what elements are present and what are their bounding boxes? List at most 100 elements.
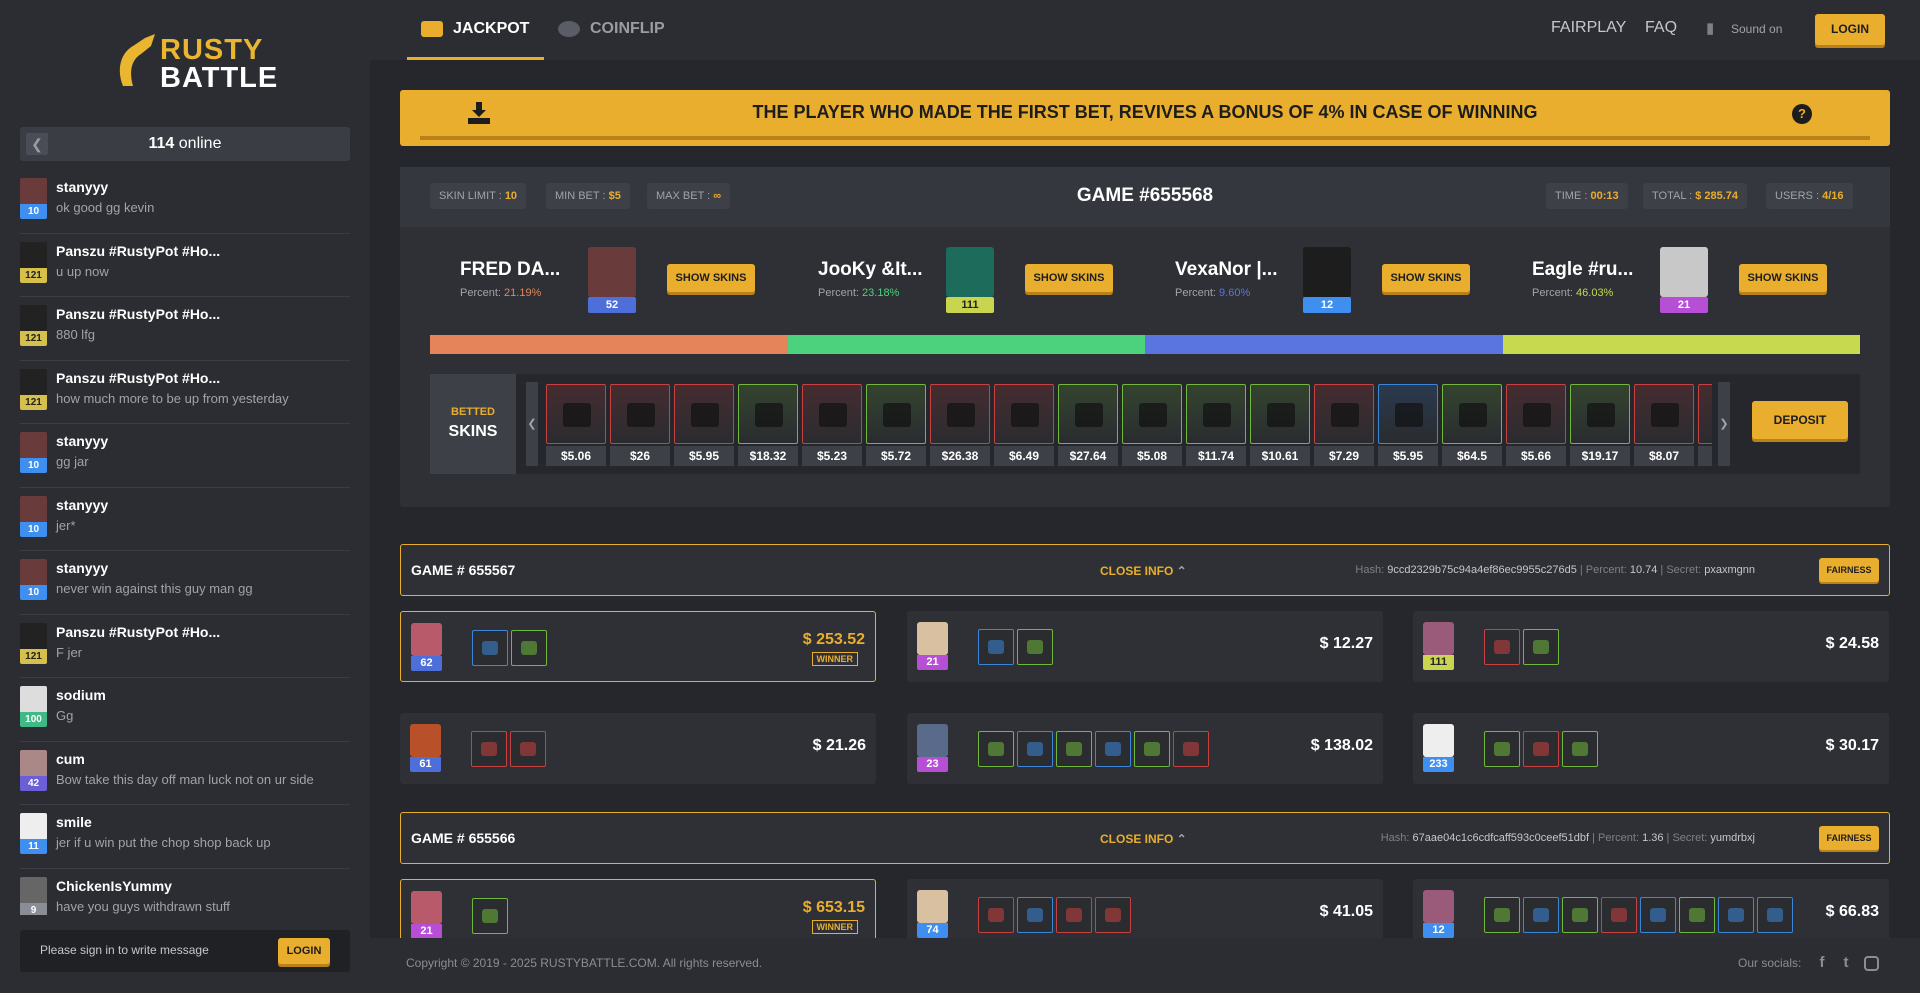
close-info-button[interactable]: CLOSE INFO ⌃: [1100, 832, 1187, 846]
item-thumb[interactable]: [1523, 629, 1559, 665]
tab-jackpot[interactable]: JACKPOT: [407, 0, 544, 60]
avatar[interactable]: [411, 891, 442, 924]
item-thumb[interactable]: [1601, 897, 1637, 933]
avatar[interactable]: [20, 876, 47, 904]
avatar[interactable]: [20, 305, 47, 332]
chat-username[interactable]: stanyyy: [56, 497, 108, 513]
chevron-left-icon[interactable]: ❮: [526, 382, 538, 466]
avatar[interactable]: [917, 724, 948, 757]
avatar[interactable]: [917, 890, 948, 923]
item-thumb[interactable]: [1484, 629, 1520, 665]
item-thumb[interactable]: [1562, 731, 1598, 767]
avatar[interactable]: [20, 813, 47, 840]
login-button[interactable]: LOGIN: [1815, 14, 1885, 45]
avatar[interactable]: [20, 559, 47, 586]
show-skins-button[interactable]: SHOW SKINS: [1739, 264, 1827, 292]
item-thumb[interactable]: [1056, 731, 1092, 767]
item-thumb[interactable]: [978, 629, 1014, 665]
avatar[interactable]: [20, 622, 47, 650]
show-skins-button[interactable]: SHOW SKINS: [1382, 264, 1470, 292]
chat-username[interactable]: stanyyy: [56, 179, 108, 195]
facebook-icon[interactable]: f: [1814, 954, 1830, 972]
item-thumb[interactable]: [1017, 731, 1053, 767]
avatar[interactable]: [1423, 622, 1454, 655]
chat-username[interactable]: Panszu #RustyPot #Ho...: [56, 243, 220, 259]
item-thumb[interactable]: [511, 630, 547, 666]
show-skins-button[interactable]: SHOW SKINS: [667, 264, 755, 292]
avatar[interactable]: [410, 724, 441, 757]
item-thumb[interactable]: [510, 731, 546, 767]
item-thumb[interactable]: [1484, 731, 1520, 767]
avatar[interactable]: [411, 623, 442, 656]
speaker-icon[interactable]: ▮: [1706, 19, 1714, 37]
sound-toggle[interactable]: Sound on: [1731, 22, 1782, 36]
player-avatar[interactable]: [1660, 247, 1708, 297]
skin-item[interactable]: $26: [610, 384, 670, 466]
item-thumb[interactable]: [1757, 897, 1793, 933]
avatar[interactable]: [20, 432, 47, 459]
chevron-right-icon[interactable]: ❯: [1718, 382, 1730, 466]
skin-item[interactable]: $5.95: [1378, 384, 1438, 466]
skin-item[interactable]: $5.06: [546, 384, 606, 466]
avatar[interactable]: [1423, 890, 1454, 923]
item-thumb[interactable]: [1095, 731, 1131, 767]
skin-item[interactable]: $5.23: [802, 384, 862, 466]
avatar[interactable]: [20, 368, 47, 396]
avatar[interactable]: [20, 686, 47, 713]
chevron-left-icon[interactable]: ❮: [26, 133, 48, 155]
item-thumb[interactable]: [472, 898, 508, 934]
item-thumb[interactable]: [1173, 731, 1209, 767]
fairness-button[interactable]: FAIRNESS: [1819, 558, 1879, 582]
skin-item[interactable]: $11.74: [1186, 384, 1246, 466]
skin-item[interactable]: $5.08: [1122, 384, 1182, 466]
item-thumb[interactable]: [1562, 897, 1598, 933]
item-thumb[interactable]: [1095, 897, 1131, 933]
item-thumb[interactable]: [1056, 897, 1092, 933]
skin-item[interactable]: $5.72: [866, 384, 926, 466]
item-thumb[interactable]: [471, 731, 507, 767]
skin-item[interactable]: $64.5: [1442, 384, 1502, 466]
item-thumb[interactable]: [1718, 897, 1754, 933]
avatar[interactable]: [1423, 724, 1454, 757]
avatar[interactable]: [20, 178, 47, 205]
player-avatar[interactable]: [588, 247, 636, 297]
faq-link[interactable]: FAQ: [1645, 19, 1677, 37]
chat-username[interactable]: Panszu #RustyPot #Ho...: [56, 370, 220, 386]
item-thumb[interactable]: [1134, 731, 1170, 767]
brand-logo[interactable]: RUSTY BATTLE: [115, 32, 277, 94]
deposit-button[interactable]: DEPOSIT: [1752, 401, 1848, 439]
chat-username[interactable]: smile: [56, 814, 92, 830]
avatar[interactable]: [20, 495, 47, 523]
skin-item[interactable]: $5.66: [1506, 384, 1566, 466]
chat-login-button[interactable]: LOGIN: [278, 938, 330, 964]
chat-input-area[interactable]: Please sign in to write message LOGIN: [20, 930, 350, 972]
instagram-icon[interactable]: [1864, 956, 1879, 971]
avatar[interactable]: [917, 622, 948, 655]
player-avatar[interactable]: [946, 247, 994, 297]
chat-input-placeholder[interactable]: Please sign in to write message: [40, 943, 209, 957]
chat-username[interactable]: cum: [56, 751, 85, 767]
skin-item[interactable]: $26.38: [930, 384, 990, 466]
item-thumb[interactable]: [1523, 897, 1559, 933]
item-thumb[interactable]: [1679, 897, 1715, 933]
item-thumb[interactable]: [978, 897, 1014, 933]
chat-username[interactable]: sodium: [56, 687, 106, 703]
tab-coinflip[interactable]: COINFLIP: [558, 0, 665, 60]
avatar[interactable]: [20, 749, 47, 777]
close-info-button[interactable]: CLOSE INFO ⌃: [1100, 564, 1187, 578]
show-skins-button[interactable]: SHOW SKINS: [1025, 264, 1113, 292]
help-icon[interactable]: ?: [1792, 104, 1812, 124]
player-avatar[interactable]: [1303, 247, 1351, 297]
item-thumb[interactable]: [1484, 897, 1520, 933]
skin-item[interactable]: $19.17: [1570, 384, 1630, 466]
chat-username[interactable]: stanyyy: [56, 433, 108, 449]
item-thumb[interactable]: [1017, 629, 1053, 665]
skin-item[interactable]: $5.95: [674, 384, 734, 466]
skin-item[interactable]: $8.07: [1634, 384, 1694, 466]
skin-item[interactable]: $: [1698, 384, 1712, 466]
avatar[interactable]: [20, 241, 47, 269]
chat-username[interactable]: Panszu #RustyPot #Ho...: [56, 624, 220, 640]
item-thumb[interactable]: [1017, 897, 1053, 933]
item-thumb[interactable]: [472, 630, 508, 666]
item-thumb[interactable]: [1523, 731, 1559, 767]
